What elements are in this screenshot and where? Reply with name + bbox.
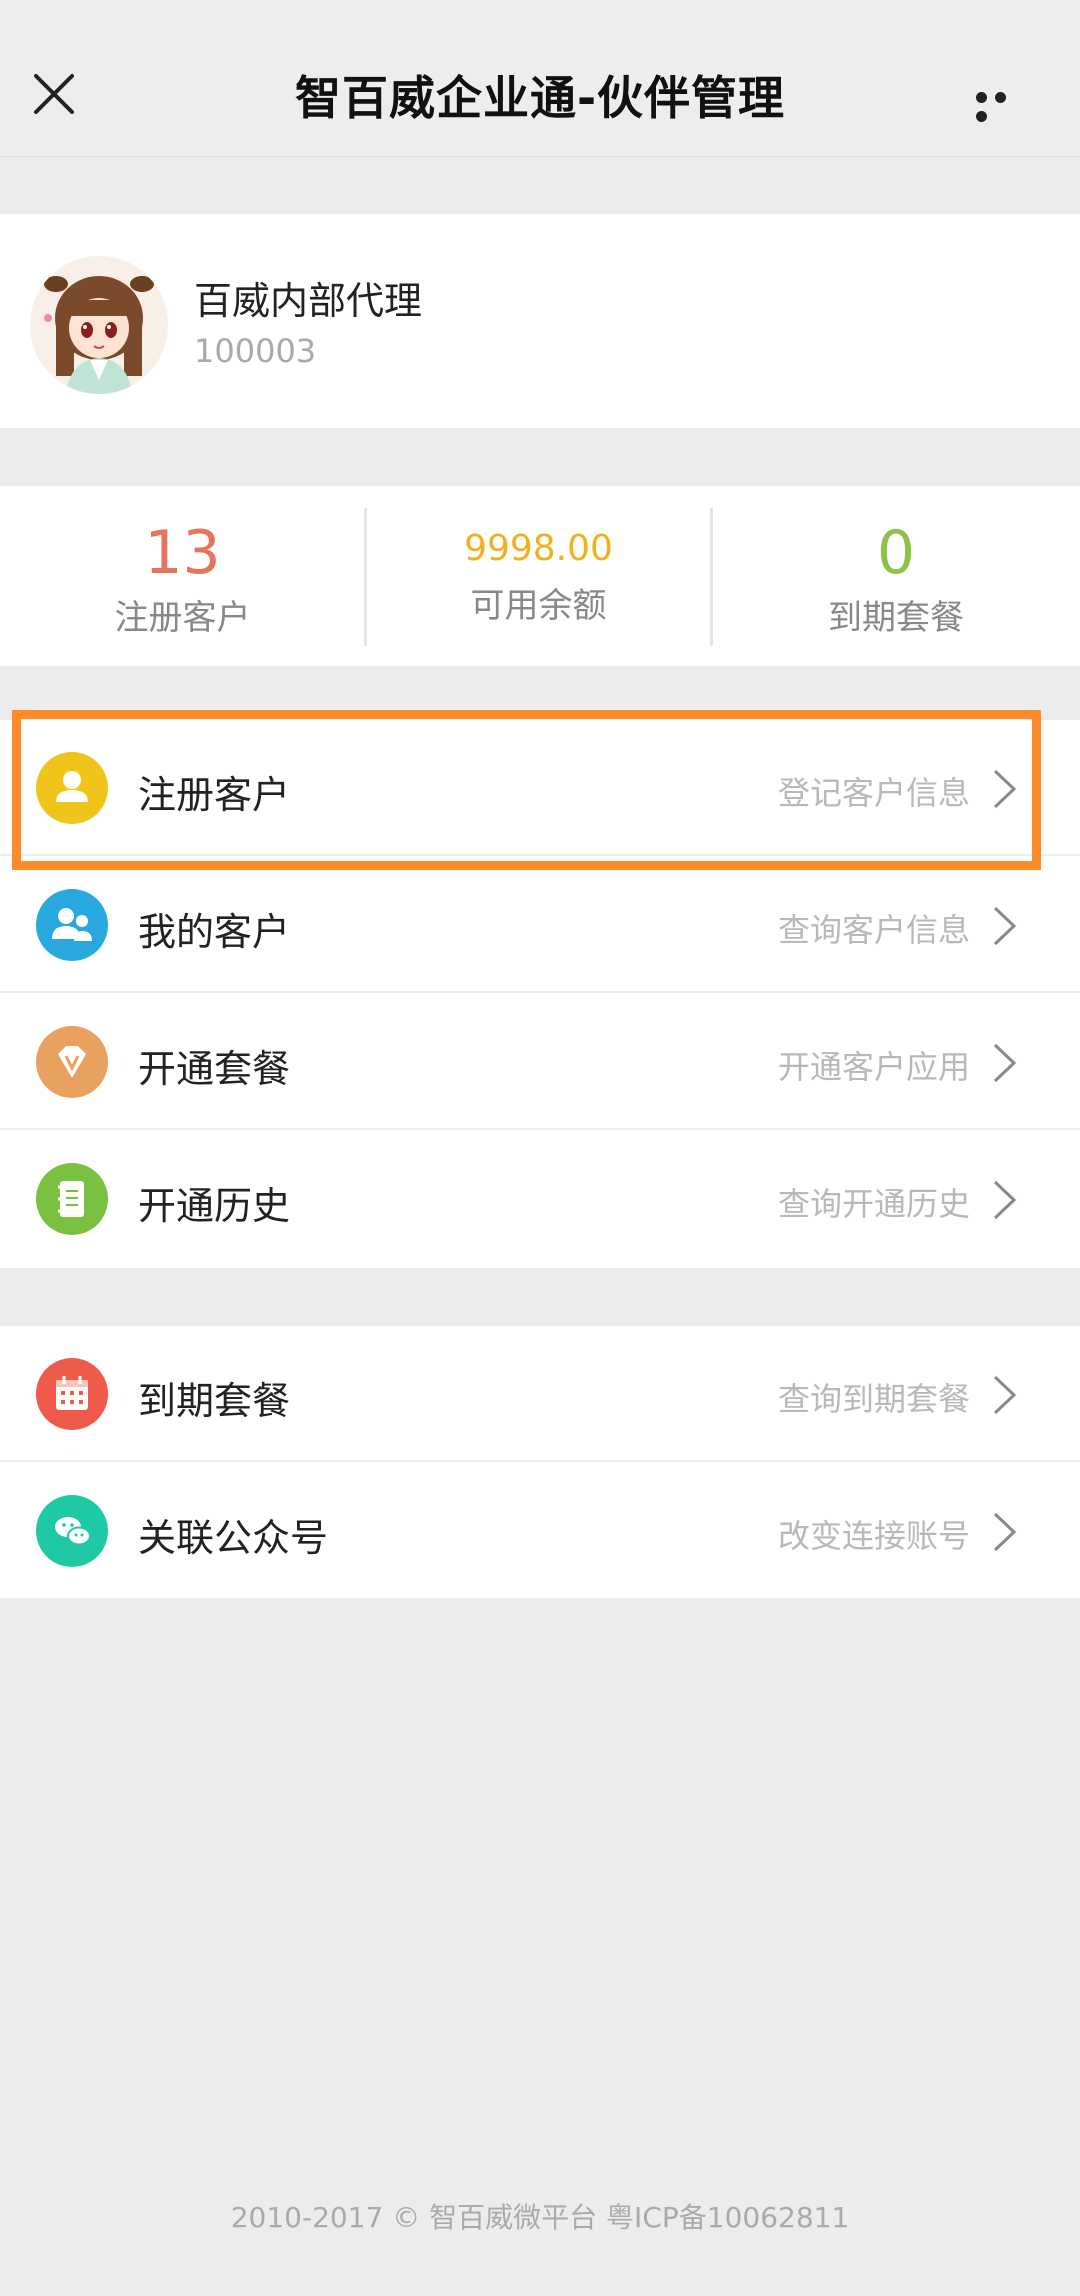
- users-icon: [36, 889, 108, 961]
- menu-item-open-history[interactable]: 开通历史 查询开通历史: [0, 1131, 1080, 1267]
- stat-available-balance[interactable]: 9998.00 可用余额: [366, 486, 711, 666]
- menu-item-hint: 开通客户应用: [777, 1048, 970, 1086]
- chevron-right-icon: [993, 1375, 1017, 1415]
- stat-label: 到期套餐: [828, 598, 964, 638]
- menu-group-secondary: 到期套餐 查询到期套餐 关联公众号 改变连接账号: [0, 1326, 1080, 1598]
- menu-item-hint: 查询到期套餐: [777, 1380, 970, 1418]
- stats-panel: 13 注册客户 9998.00 可用余额 0 到期套餐: [0, 486, 1080, 666]
- menu-item-expired-packages[interactable]: 到期套餐 查询到期套餐: [0, 1326, 1080, 1462]
- profile-id: 100003: [194, 332, 317, 370]
- profile-card: 百威内部代理 100003: [0, 214, 1080, 428]
- menu-item-hint: 查询客户信息: [777, 911, 970, 949]
- menu-item-label: 开通历史: [138, 1184, 291, 1228]
- menu-item-label: 关联公众号: [138, 1516, 329, 1560]
- notebook-icon: [36, 1163, 108, 1235]
- menu-item-label: 到期套餐: [138, 1379, 291, 1423]
- menu-item-hint: 查询开通历史: [777, 1185, 970, 1223]
- menu-item-label: 开通套餐: [138, 1047, 291, 1091]
- footer-copyright: 2010-2017 © 智百威微平台 粤ICP备10062811: [230, 2201, 850, 2234]
- stat-value: 13: [144, 518, 221, 588]
- stat-registered-customers[interactable]: 13 注册客户: [0, 486, 365, 666]
- page-title: 智百威企业通-伙伴管理: [294, 71, 786, 125]
- stat-expired-packages[interactable]: 0 到期套餐: [712, 486, 1080, 666]
- stat-label: 可用余额: [470, 586, 607, 626]
- profile-name: 百威内部代理: [194, 279, 423, 323]
- menu-group-main: 注册客户 登记客户信息 我的客户 查询客户信息 开通套餐 开通客户应用 开通历史…: [0, 720, 1080, 1268]
- menu-item-register-customer[interactable]: 注册客户 登记客户信息: [0, 720, 1080, 856]
- menu-item-open-package[interactable]: 开通套餐 开通客户应用: [0, 994, 1080, 1130]
- user-icon: [36, 752, 108, 824]
- menu-item-my-customers[interactable]: 我的客户 查询客户信息: [0, 857, 1080, 993]
- more-options-icon[interactable]: [976, 88, 1032, 122]
- chevron-right-icon: [993, 906, 1017, 946]
- calendar-icon: [36, 1358, 108, 1430]
- chevron-right-icon: [993, 769, 1017, 809]
- menu-item-hint: 登记客户信息: [777, 774, 970, 812]
- diamond-icon: [36, 1026, 108, 1098]
- wechat-icon: [36, 1495, 108, 1567]
- top-bar: 智百威企业通-伙伴管理: [0, 0, 1080, 157]
- chevron-right-icon: [993, 1043, 1017, 1083]
- stat-label: 注册客户: [114, 598, 251, 638]
- stat-value: 9998.00: [464, 528, 613, 569]
- chevron-right-icon: [993, 1180, 1017, 1220]
- menu-item-hint: 改变连接账号: [777, 1517, 970, 1555]
- menu-item-label: 我的客户: [138, 910, 291, 954]
- avatar: [30, 256, 168, 394]
- menu-item-label: 注册客户: [138, 773, 291, 817]
- menu-item-linked-official-account[interactable]: 关联公众号 改变连接账号: [0, 1463, 1080, 1599]
- chevron-right-icon: [993, 1512, 1017, 1552]
- stat-value: 0: [876, 518, 916, 588]
